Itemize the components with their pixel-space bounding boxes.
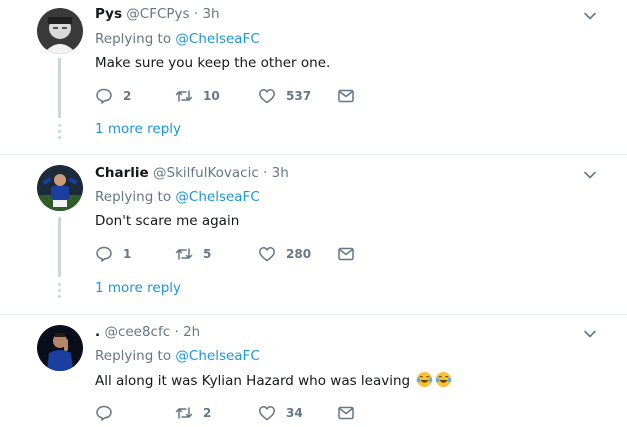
tweet-text: Make sure you keep the other one. (95, 55, 331, 71)
tweet-header: . @cee8cfc · 2h (95, 323, 200, 341)
display-name[interactable]: Pys (95, 6, 122, 22)
envelope-icon (338, 406, 354, 420)
like-button[interactable]: 34 (258, 403, 303, 423)
separator: · (174, 324, 179, 340)
user-handle[interactable]: @SkilfulKovacic (153, 165, 259, 181)
chevron-down-icon[interactable] (583, 9, 597, 23)
user-handle[interactable]: @cee8cfc (104, 324, 170, 340)
envelope-icon (338, 89, 354, 103)
tears-of-joy-emoji-icon (417, 371, 433, 388)
timestamp[interactable]: 2h (183, 324, 200, 340)
tweet-text-content: All along it was Kylian Hazard who was l… (95, 373, 411, 389)
timestamp[interactable]: 3h (272, 165, 289, 181)
tweet-actions: 2 10 537 (95, 86, 375, 106)
reply-count: 1 (123, 247, 132, 261)
avatar[interactable] (37, 165, 83, 211)
retweet-button[interactable]: 2 (175, 403, 211, 423)
dm-button[interactable] (337, 244, 355, 264)
heart-icon (259, 406, 275, 421)
retweet-count: 10 (203, 89, 220, 103)
tweet-header: Charlie @SkilfulKovacic · 3h (95, 164, 289, 182)
reply-button[interactable] (95, 403, 123, 423)
retweet-count: 5 (203, 247, 212, 261)
reply-button[interactable]: 2 (95, 86, 131, 106)
retweet-button[interactable]: 10 (175, 86, 220, 106)
avatar[interactable] (37, 8, 83, 54)
like-count: 34 (286, 406, 303, 420)
more-replies-link[interactable]: 1 more reply (95, 279, 181, 297)
thread-line (58, 217, 61, 277)
dm-button[interactable] (337, 403, 355, 423)
separator: · (193, 6, 199, 22)
tears-of-joy-emoji-icon (436, 371, 452, 388)
tweet-actions: 2 34 (95, 403, 375, 423)
thread-line (58, 58, 61, 118)
separator: · (263, 165, 268, 181)
thread-dots (58, 283, 61, 301)
user-handle[interactable]: @CFCPys (126, 6, 189, 22)
tweet-1[interactable]: Pys @CFCPys · 3h Replying to @ChelseaFC … (0, 0, 627, 155)
tweet-header: Pys @CFCPys · 3h (95, 5, 220, 23)
avatar[interactable] (37, 325, 83, 371)
chevron-down-icon[interactable] (583, 327, 597, 341)
mention-link[interactable]: @ChelseaFC (175, 348, 259, 364)
more-replies-link[interactable]: 1 more reply (95, 120, 181, 138)
timestamp[interactable]: 3h (202, 6, 219, 22)
mention-link[interactable]: @ChelseaFC (175, 189, 259, 205)
replying-to-label: Replying to (95, 189, 172, 205)
replying-to: Replying to @ChelseaFC (95, 188, 260, 206)
replying-to: Replying to @ChelseaFC (95, 347, 260, 365)
avatar-image (37, 325, 83, 371)
avatar-image (37, 8, 83, 54)
like-button[interactable]: 537 (258, 86, 311, 106)
like-count: 280 (286, 247, 312, 261)
tweet-text: All along it was Kylian Hazard who was l… (95, 371, 452, 390)
display-name[interactable]: . (95, 324, 100, 340)
retweet-icon (175, 248, 193, 260)
reply-count: 2 (123, 89, 132, 103)
tweet-text: Don't scare me again (95, 213, 240, 229)
tweet-2[interactable]: Charlie @SkilfulKovacic · 3h Replying to… (0, 155, 627, 315)
thread-dots (58, 124, 61, 142)
retweet-icon (175, 90, 193, 102)
heart-icon (259, 89, 275, 104)
reply-icon (96, 405, 112, 421)
retweet-button[interactable]: 5 (175, 244, 211, 264)
chevron-down-icon[interactable] (583, 168, 597, 182)
mention-link[interactable]: @ChelseaFC (175, 31, 259, 47)
reply-button[interactable]: 1 (95, 244, 131, 264)
retweet-count: 2 (203, 406, 212, 420)
replying-to: Replying to @ChelseaFC (95, 30, 260, 48)
display-name[interactable]: Charlie (95, 165, 149, 181)
avatar-image (37, 165, 83, 211)
dm-button[interactable] (337, 86, 355, 106)
tweet-3[interactable]: . @cee8cfc · 2h Replying to @ChelseaFC A… (0, 315, 627, 427)
heart-icon (259, 247, 275, 262)
envelope-icon (338, 247, 354, 261)
reply-icon (96, 88, 112, 104)
retweet-icon (175, 407, 193, 419)
replying-to-label: Replying to (95, 31, 172, 47)
like-button[interactable]: 280 (258, 244, 311, 264)
tweet-actions: 1 5 280 (95, 244, 375, 264)
replying-to-label: Replying to (95, 348, 172, 364)
like-count: 537 (286, 89, 312, 103)
reply-icon (96, 246, 112, 262)
